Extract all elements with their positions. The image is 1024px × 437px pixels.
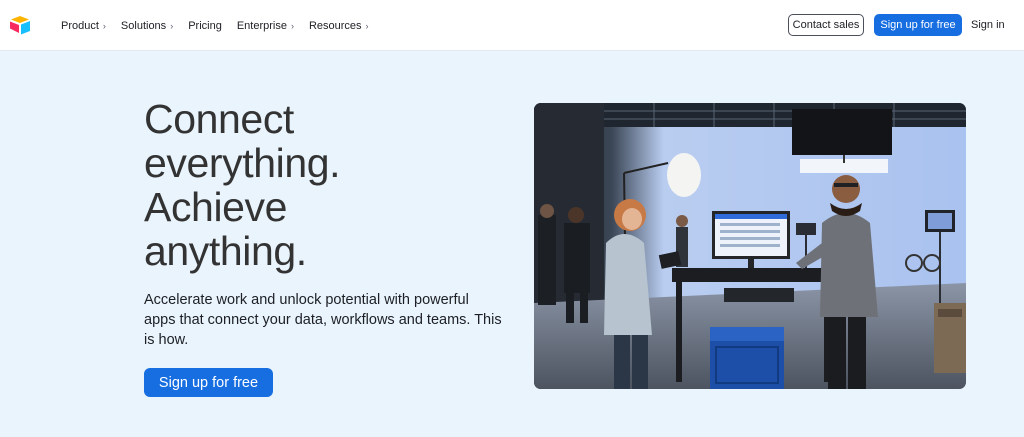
hero-image (534, 103, 966, 389)
nav-item-resources[interactable]: Resources › (309, 20, 369, 32)
hero-sign-up-button[interactable]: Sign up for free (144, 368, 273, 397)
hero-subtext: Accelerate work and unlock potential wit… (144, 292, 502, 348)
contact-sales-button[interactable]: Contact sales (788, 14, 864, 36)
headline-line: everything. (144, 140, 341, 186)
nav-menu: Product › Solutions › Pricing Enterprise… (61, 0, 384, 51)
headline-line: anything. (144, 228, 307, 274)
nav-item-label: Product (61, 19, 99, 32)
nav-item-label: Resources (308, 19, 362, 32)
nav-item-label: Enterprise (236, 19, 287, 32)
nav-item-enterprise[interactable]: Enterprise › (237, 20, 294, 32)
chevron-right-icon: › (365, 20, 369, 31)
nav-item-product[interactable]: Product › (61, 20, 106, 32)
top-nav: Product › Solutions › Pricing Enterprise… (0, 0, 1024, 51)
headline-line: Connect (144, 96, 294, 142)
nav-item-solutions[interactable]: Solutions › (121, 20, 173, 32)
nav-sign-up-button[interactable]: Sign up for free (874, 14, 962, 36)
nav-item-label: Pricing (188, 19, 222, 32)
nav-item-pricing[interactable]: Pricing (188, 20, 222, 32)
chevron-right-icon: › (102, 20, 106, 31)
nav-item-label: Solutions (120, 19, 167, 32)
chevron-right-icon: › (290, 20, 294, 31)
sign-in-link[interactable]: Sign in (971, 19, 1005, 31)
hero-headline: Connect everything. Achieve anything. (144, 97, 504, 273)
chevron-right-icon: › (170, 20, 174, 31)
headline-line: Achieve (144, 184, 288, 230)
airtable-logo-icon[interactable] (9, 15, 31, 35)
